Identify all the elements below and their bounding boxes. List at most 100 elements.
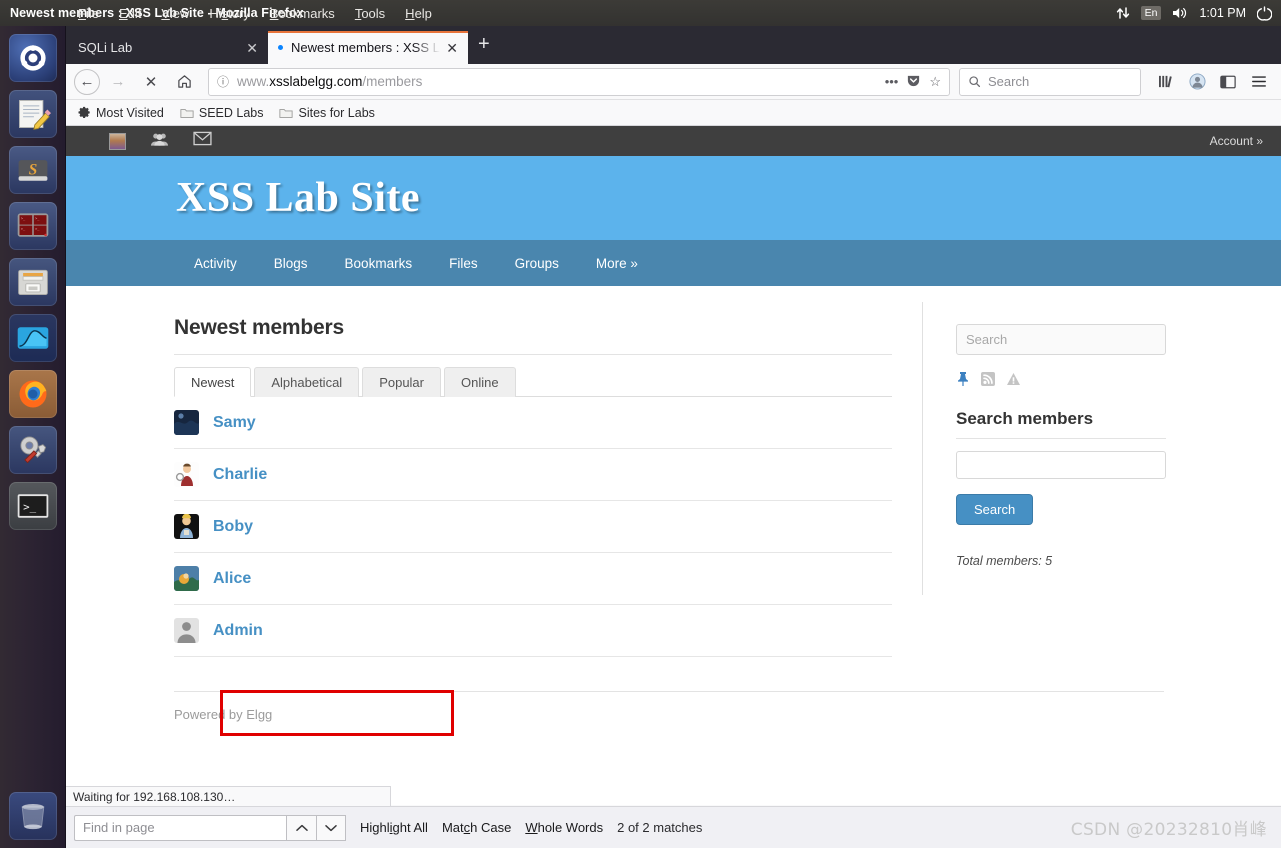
status-bar: Waiting for 192.168.108.130… (66, 786, 391, 806)
launcher-sublime-text[interactable]: S (8, 146, 57, 194)
elgg-topbar: Account » (66, 126, 1281, 156)
tab-popular[interactable]: Popular (362, 367, 441, 397)
tab-alphabetical[interactable]: Alphabetical (254, 367, 360, 397)
menu-view[interactable]: View (161, 6, 189, 21)
search-bar[interactable]: Search (959, 67, 1141, 96)
bookmark-seed-labs-label: SEED Labs (198, 105, 264, 120)
alice-avatar[interactable] (174, 566, 199, 591)
find-input-group: Find in page (74, 814, 346, 841)
nav-blogs[interactable]: Blogs (274, 256, 308, 271)
hamburger-menu-icon[interactable] (1245, 68, 1273, 96)
tab-sqli-lab[interactable]: SQLi Lab ✕ (68, 31, 268, 64)
search-placeholder: Search (988, 74, 1030, 89)
whole-words-button[interactable]: Whole Words (525, 820, 603, 835)
tab-newest-members[interactable]: Newest members : XSS L ✕ (268, 31, 468, 64)
messages-envelope-icon[interactable] (193, 131, 212, 151)
bookmark-star-icon[interactable]: ☆ (929, 74, 941, 90)
search-members-input[interactable] (956, 451, 1166, 479)
find-previous-button[interactable] (286, 814, 316, 841)
table-row[interactable]: Alice (174, 553, 892, 605)
chevron-down-icon (325, 824, 337, 831)
launcher-terminator[interactable]: >_ >_ >_ >_ (8, 202, 57, 250)
warning-icon[interactable] (1006, 372, 1021, 391)
admin-avatar[interactable] (174, 618, 199, 643)
highlight-all-button[interactable]: Highlight All (360, 820, 428, 835)
sidebar-title: Search members (956, 409, 1094, 428)
friends-icon[interactable] (150, 131, 169, 152)
samy-avatar[interactable] (174, 410, 199, 435)
member-name-link[interactable]: Boby (213, 518, 253, 536)
menu-edit[interactable]: Edit (119, 6, 141, 21)
table-row[interactable]: Admin (174, 605, 892, 657)
launcher-ubuntu-dash[interactable] (8, 34, 57, 82)
launcher-system-settings[interactable] (8, 426, 57, 474)
nav-files[interactable]: Files (449, 256, 478, 271)
library-icon[interactable] (1152, 68, 1180, 96)
desktop-screen: Newest members : XSS Lab Site - Mozilla … (0, 0, 1281, 848)
back-button-icon[interactable]: ← (74, 68, 100, 95)
member-name-link[interactable]: Admin (213, 622, 263, 640)
bookmark-most-visited-label: Most Visited (96, 105, 164, 120)
stop-button-icon[interactable]: ✕ (136, 68, 166, 96)
folder-icon (180, 108, 194, 118)
page-actions-icon[interactable]: ••• (885, 74, 899, 89)
rss-icon[interactable] (981, 371, 995, 391)
sidebar-toggle-icon[interactable] (1214, 68, 1242, 96)
menu-file[interactable]: File (78, 6, 99, 21)
url-text: www.xsslabelgg.com/members (237, 74, 877, 89)
launcher-trash[interactable] (9, 792, 57, 840)
find-next-button[interactable] (316, 814, 346, 841)
menu-bookmarks[interactable]: Bookmarks (270, 6, 335, 21)
member-name-link[interactable]: Samy (213, 414, 256, 432)
bookmark-sites-for-labs[interactable]: Sites for Labs (279, 106, 375, 120)
sidebar-search-input[interactable]: Search (956, 324, 1166, 355)
menu-help[interactable]: Help (405, 6, 432, 21)
close-icon[interactable]: ✕ (446, 41, 458, 55)
tab-newest[interactable]: Newest (174, 367, 252, 397)
forward-button-icon[interactable]: → (103, 68, 133, 96)
launcher-file-manager[interactable] (8, 258, 57, 306)
firefox-menubar: File Edit View History Bookmarks Tools H… (66, 0, 1281, 26)
table-row[interactable]: Boby (174, 501, 892, 553)
search-members-button[interactable]: Search (956, 494, 1034, 525)
table-row[interactable]: Samy (174, 397, 892, 449)
launcher-text-editor[interactable] (8, 90, 57, 138)
account-menu[interactable]: Account » (1210, 134, 1263, 148)
member-name-link[interactable]: Alice (213, 570, 251, 588)
launcher-terminal[interactable]: >_ (8, 482, 57, 530)
page-title: Newest members (174, 316, 344, 339)
page-info-icon[interactable]: ⓘ (217, 73, 229, 90)
menu-tools[interactable]: Tools (355, 6, 385, 21)
url-bar[interactable]: ⓘ www.xsslabelgg.com/members ••• ☆ (208, 67, 950, 96)
home-button-icon[interactable] (169, 68, 199, 96)
launcher-wireshark[interactable] (8, 314, 57, 362)
new-tab-button[interactable]: + (468, 34, 500, 57)
launcher-firefox[interactable] (8, 370, 57, 418)
nav-groups[interactable]: Groups (515, 256, 559, 271)
tab-loading-dot-icon (278, 45, 283, 50)
total-members-label: Total members: 5 (956, 554, 1053, 568)
member-name-link[interactable]: Charlie (213, 466, 267, 484)
sidebar-icon-row (956, 371, 1281, 391)
search-icon (969, 76, 981, 88)
account-icon[interactable] (1183, 68, 1211, 96)
sidebar-search-placeholder: Search (966, 332, 1008, 347)
site-title: XSS Lab Site (176, 175, 421, 221)
tab-online[interactable]: Online (444, 367, 516, 397)
table-row[interactable]: Charlie (174, 449, 892, 501)
pocket-icon[interactable] (906, 73, 921, 91)
find-input[interactable]: Find in page (74, 814, 286, 841)
nav-bookmarks[interactable]: Bookmarks (345, 256, 413, 271)
boby-avatar[interactable] (174, 514, 199, 539)
match-case-button[interactable]: Match Case (442, 820, 511, 835)
nav-activity[interactable]: Activity (194, 256, 237, 271)
user-avatar-icon[interactable] (109, 132, 126, 150)
charlie-avatar[interactable] (174, 462, 199, 487)
bookmark-most-visited[interactable]: Most Visited (78, 106, 164, 120)
pushpin-icon[interactable] (956, 371, 970, 391)
nav-more[interactable]: More » (596, 256, 638, 271)
menu-history[interactable]: History (209, 6, 249, 21)
folder-icon (279, 108, 294, 118)
bookmark-seed-labs[interactable]: SEED Labs (180, 105, 264, 120)
close-icon[interactable]: ✕ (246, 41, 258, 55)
